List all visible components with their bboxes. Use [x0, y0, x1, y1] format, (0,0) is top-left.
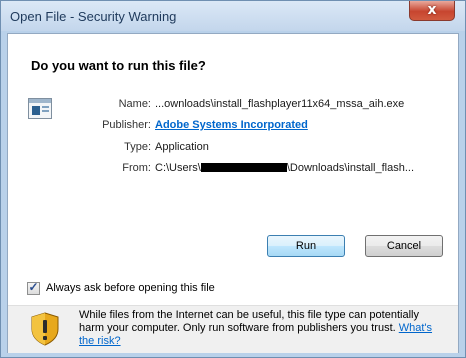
checkmark-icon: ✓ — [28, 280, 39, 294]
close-button[interactable]: x — [409, 1, 455, 21]
type-label: Type: — [124, 141, 151, 153]
publisher-link[interactable]: Adobe Systems Incorporated — [155, 119, 308, 131]
dialog-heading: Do you want to run this file? — [31, 58, 206, 73]
warning-footer: While files from the Internet can be use… — [8, 305, 458, 353]
name-label: Name: — [118, 98, 151, 110]
warning-message: While files from the Internet can be use… — [79, 309, 419, 334]
shield-warning-icon — [31, 312, 59, 346]
run-button[interactable]: Run — [267, 235, 345, 257]
name-value: ...ownloads\install_flashplayer11x64_mss… — [155, 98, 405, 110]
cancel-button[interactable]: Cancel — [365, 235, 443, 257]
application-icon — [28, 98, 52, 119]
always-ask-checkbox[interactable]: ✓ — [27, 280, 40, 295]
type-value: Application — [155, 141, 209, 153]
always-ask-label[interactable]: Always ask before opening this file — [46, 282, 215, 294]
security-warning-window: Open File - Security Warning x Do you wa… — [0, 0, 466, 358]
from-path-suffix: \Downloads\install_flash... — [286, 162, 415, 174]
dialog-body: Do you want to run this file? Name: ...o… — [7, 33, 459, 353]
from-value: C:\Users\ \Downloads\install_flash... — [155, 162, 414, 174]
warning-text: While files from the Internet can be use… — [79, 309, 439, 348]
window-title: Open File - Security Warning — [10, 9, 177, 24]
from-label: From: — [122, 162, 151, 174]
publisher-label: Publisher: — [102, 119, 151, 131]
from-path-prefix: C:\Users\ — [155, 162, 201, 174]
title-bar[interactable]: Open File - Security Warning x — [1, 1, 465, 31]
redacted-username — [200, 163, 287, 172]
close-icon: x — [427, 2, 437, 18]
